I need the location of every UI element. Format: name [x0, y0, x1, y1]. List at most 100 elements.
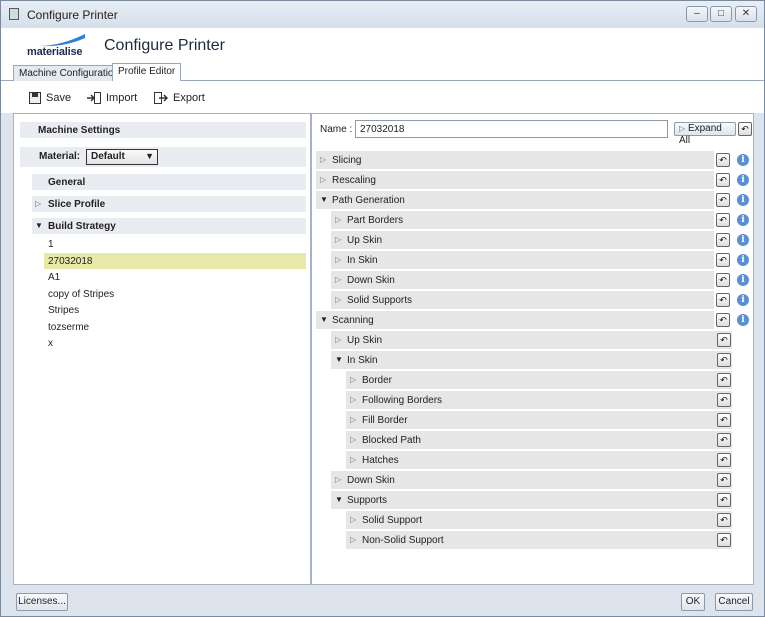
reset-button[interactable]: ↶ — [717, 493, 731, 507]
expand-arrow-icon[interactable]: ▷ — [320, 155, 326, 164]
collapse-arrow-icon[interactable]: ▼ — [320, 195, 328, 204]
reset-button[interactable]: ↶ — [716, 233, 730, 247]
build-strategy-item[interactable]: x — [44, 335, 306, 351]
expand-arrow-icon[interactable]: ▷ — [335, 235, 341, 244]
name-input[interactable]: 27032018 — [355, 120, 668, 138]
tree-row[interactable]: ▼ Path Generation — [316, 191, 714, 209]
reset-button[interactable]: ↶ — [716, 273, 730, 287]
import-icon — [87, 92, 101, 104]
section-build-strategy-label: Build Strategy — [48, 221, 116, 232]
maximize-button[interactable]: □ — [710, 6, 732, 22]
tree-row[interactable]: ▼ Scanning — [316, 311, 714, 329]
reset-button[interactable]: ↶ — [716, 173, 730, 187]
info-icon[interactable]: i — [737, 154, 749, 166]
expand-arrow-icon[interactable]: ▷ — [350, 395, 356, 404]
reset-button[interactable]: ↶ — [717, 333, 731, 347]
reset-button[interactable]: ↶ — [717, 353, 731, 367]
cancel-button[interactable]: Cancel — [715, 593, 753, 611]
tree-row[interactable]: ▷ Slicing — [316, 151, 714, 169]
expand-arrow-icon[interactable]: ▷ — [335, 335, 341, 344]
close-button[interactable]: ✕ — [735, 6, 757, 22]
collapse-arrow-icon[interactable]: ▼ — [320, 315, 328, 324]
reset-button[interactable]: ↶ — [716, 253, 730, 267]
build-strategy-item[interactable]: 27032018 — [44, 252, 306, 269]
tree-row[interactable]: ▷ In Skin — [331, 251, 714, 269]
export-button[interactable]: Export — [154, 90, 205, 106]
section-slice-profile[interactable]: ▷ Slice Profile — [32, 196, 306, 212]
collapse-arrow-icon[interactable]: ▼ — [335, 495, 343, 504]
reset-button[interactable]: ↶ — [717, 473, 731, 487]
configure-printer-window: Configure Printer – □ ✕ materialise Conf… — [0, 0, 765, 617]
profile-settings-panel: Machine Settings Material: Default ▼ Gen… — [13, 113, 311, 585]
info-icon[interactable]: i — [737, 274, 749, 286]
tree-row[interactable]: ▼ In Skin — [331, 351, 732, 369]
undo-all-button[interactable]: ↶ — [738, 122, 752, 136]
info-icon[interactable]: i — [737, 214, 749, 226]
tree-row[interactable]: ▷ Following Borders — [346, 391, 732, 409]
reset-button[interactable]: ↶ — [717, 373, 731, 387]
section-build-strategy[interactable]: ▼ Build Strategy — [32, 218, 306, 234]
tab-profile-editor[interactable]: Profile Editor — [112, 63, 182, 82]
tree-row[interactable]: ▷ Hatches — [346, 451, 732, 469]
licenses-button[interactable]: Licenses... — [16, 593, 68, 611]
parameter-tree-panel: Name : 27032018 ▷ Expand All ↶ ▷ Slicing ↶… — [311, 113, 754, 585]
reset-button[interactable]: ↶ — [717, 393, 731, 407]
tree-row[interactable]: ▷ Border — [346, 371, 732, 389]
expand-arrow-icon[interactable]: ▷ — [335, 475, 341, 484]
reset-button[interactable]: ↶ — [716, 213, 730, 227]
expand-arrow-icon[interactable]: ▷ — [350, 455, 356, 464]
tree-row[interactable]: ▷ Fill Border — [346, 411, 732, 429]
reset-button[interactable]: ↶ — [717, 533, 731, 547]
expand-arrow-icon[interactable]: ▷ — [335, 275, 341, 284]
ok-button[interactable]: OK — [681, 593, 705, 611]
info-icon[interactable]: i — [737, 294, 749, 306]
expand-arrow-icon[interactable]: ▷ — [350, 435, 356, 444]
info-icon[interactable]: i — [737, 174, 749, 186]
reset-button[interactable]: ↶ — [717, 513, 731, 527]
section-general[interactable]: General — [32, 174, 306, 190]
reset-button[interactable]: ↶ — [717, 433, 731, 447]
info-icon[interactable]: i — [737, 254, 749, 266]
tree-row[interactable]: ▷ Down Skin — [331, 471, 732, 489]
reset-button[interactable]: ↶ — [716, 193, 730, 207]
build-strategy-item[interactable]: copy of Stripes — [44, 286, 306, 302]
tree-row[interactable]: ▷ Rescaling — [316, 171, 714, 189]
expand-arrow-icon[interactable]: ▷ — [350, 415, 356, 424]
build-strategy-item[interactable]: 1 — [44, 236, 306, 252]
info-icon[interactable]: i — [737, 314, 749, 326]
expand-arrow-icon[interactable]: ▷ — [335, 215, 341, 224]
logo-text: materialise — [27, 46, 83, 58]
tree-row[interactable]: ▷ Solid Supports — [331, 291, 714, 309]
reset-button[interactable]: ↶ — [716, 153, 730, 167]
reset-button[interactable]: ↶ — [716, 313, 730, 327]
expand-arrow-icon[interactable]: ▷ — [350, 375, 356, 384]
build-strategy-item[interactable]: Stripes — [44, 302, 306, 318]
expand-arrow-icon[interactable]: ▷ — [350, 535, 356, 544]
tree-row[interactable]: ▷ Up Skin — [331, 231, 714, 249]
tree-row[interactable]: ▷ Part Borders — [331, 211, 714, 229]
build-strategy-item[interactable]: A1 — [44, 269, 306, 285]
tree-row[interactable]: ▷ Solid Support — [346, 511, 732, 529]
tree-row[interactable]: ▷ Down Skin — [331, 271, 714, 289]
collapse-arrow-icon[interactable]: ▼ — [335, 355, 343, 364]
reset-button[interactable]: ↶ — [716, 293, 730, 307]
material-select[interactable]: Default ▼ — [86, 149, 158, 165]
save-button[interactable]: Save — [29, 90, 71, 106]
tab-machine-configuration[interactable]: Machine Configuration — [13, 65, 126, 81]
reset-button[interactable]: ↶ — [717, 453, 731, 467]
expand-arrow-icon[interactable]: ▷ — [350, 515, 356, 524]
info-icon[interactable]: i — [737, 234, 749, 246]
expand-all-button[interactable]: ▷ Expand All — [674, 122, 736, 146]
info-icon[interactable]: i — [737, 194, 749, 206]
minimize-button[interactable]: – — [686, 6, 708, 22]
tree-row[interactable]: ▷ Up Skin — [331, 331, 732, 349]
tree-row[interactable]: ▷ Non-Solid Support — [346, 531, 732, 549]
reset-button[interactable]: ↶ — [717, 413, 731, 427]
build-strategy-item[interactable]: tozserme — [44, 319, 306, 335]
expand-arrow-icon[interactable]: ▷ — [320, 175, 326, 184]
tree-row[interactable]: ▷ Blocked Path — [346, 431, 732, 449]
expand-arrow-icon[interactable]: ▷ — [335, 255, 341, 264]
expand-arrow-icon[interactable]: ▷ — [335, 295, 341, 304]
tree-row[interactable]: ▼ Supports — [331, 491, 732, 509]
import-button[interactable]: Import — [87, 90, 137, 106]
